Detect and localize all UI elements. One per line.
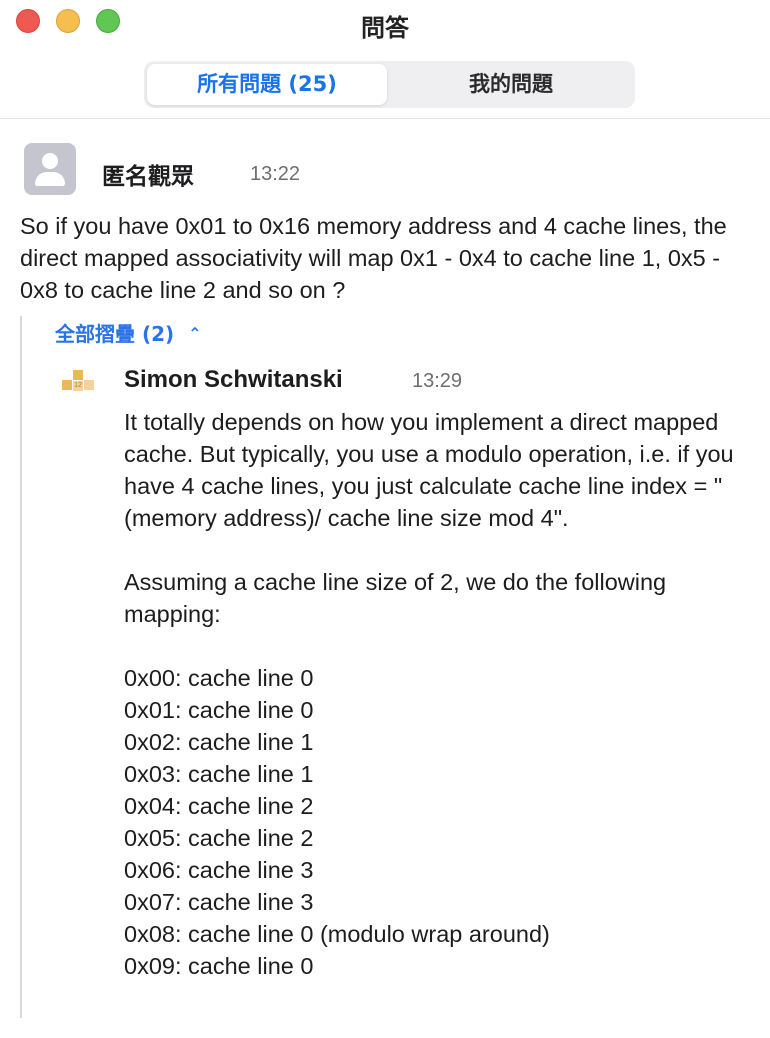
question-time: 13:22 [250,163,301,185]
question-author: 匿名觀眾 [102,164,194,190]
tab-all-questions[interactable]: 所有問題 (25) [147,64,387,105]
title-bar: 問答 [0,0,770,44]
reply-paragraph: Assuming a cache line size of 2, we do t… [124,569,667,627]
reply-thread-line [20,316,22,1018]
collapse-all-button[interactable]: 全部摺疊 (2) ⌃ [55,318,202,347]
chevron-up-icon: ⌃ [188,324,202,343]
reply-avatar-icon: 12 [62,370,96,394]
reply-paragraph: It totally depends on how you implement … [124,409,734,531]
mapping-line: 0x05: cache line 2 [124,825,314,851]
question-filter-tabs: 所有問題 (25) 我的問題 [144,61,635,108]
reply-author: Simon Schwitanski [124,366,343,393]
question-text: So if you have 0x01 to 0x16 memory addre… [20,213,727,303]
mapping-line: 0x09: cache line 0 [124,953,314,979]
mapping-line: 0x08: cache line 0 (modulo wrap around) [124,921,550,947]
mapping-list: 0x00: cache line 0 0x01: cache line 0 0x… [124,662,764,982]
mapping-line: 0x01: cache line 0 [124,697,314,723]
reply-time: 13:29 [412,370,463,392]
tab-my-questions[interactable]: 我的問題 [390,64,632,105]
mapping-line: 0x07: cache line 3 [124,889,314,915]
header-divider [0,118,770,119]
window-title: 問答 [361,14,409,42]
mapping-line: 0x06: cache line 3 [124,857,314,883]
anonymous-avatar-icon [24,143,76,195]
mapping-line: 0x04: cache line 2 [124,793,314,819]
mapping-line: 0x00: cache line 0 [124,665,314,691]
mapping-line: 0x03: cache line 1 [124,761,314,787]
reply-text: It totally depends on how you implement … [124,406,764,982]
collapse-all-label: 全部摺疊 (2) [55,322,175,346]
mapping-line: 0x02: cache line 1 [124,729,314,755]
